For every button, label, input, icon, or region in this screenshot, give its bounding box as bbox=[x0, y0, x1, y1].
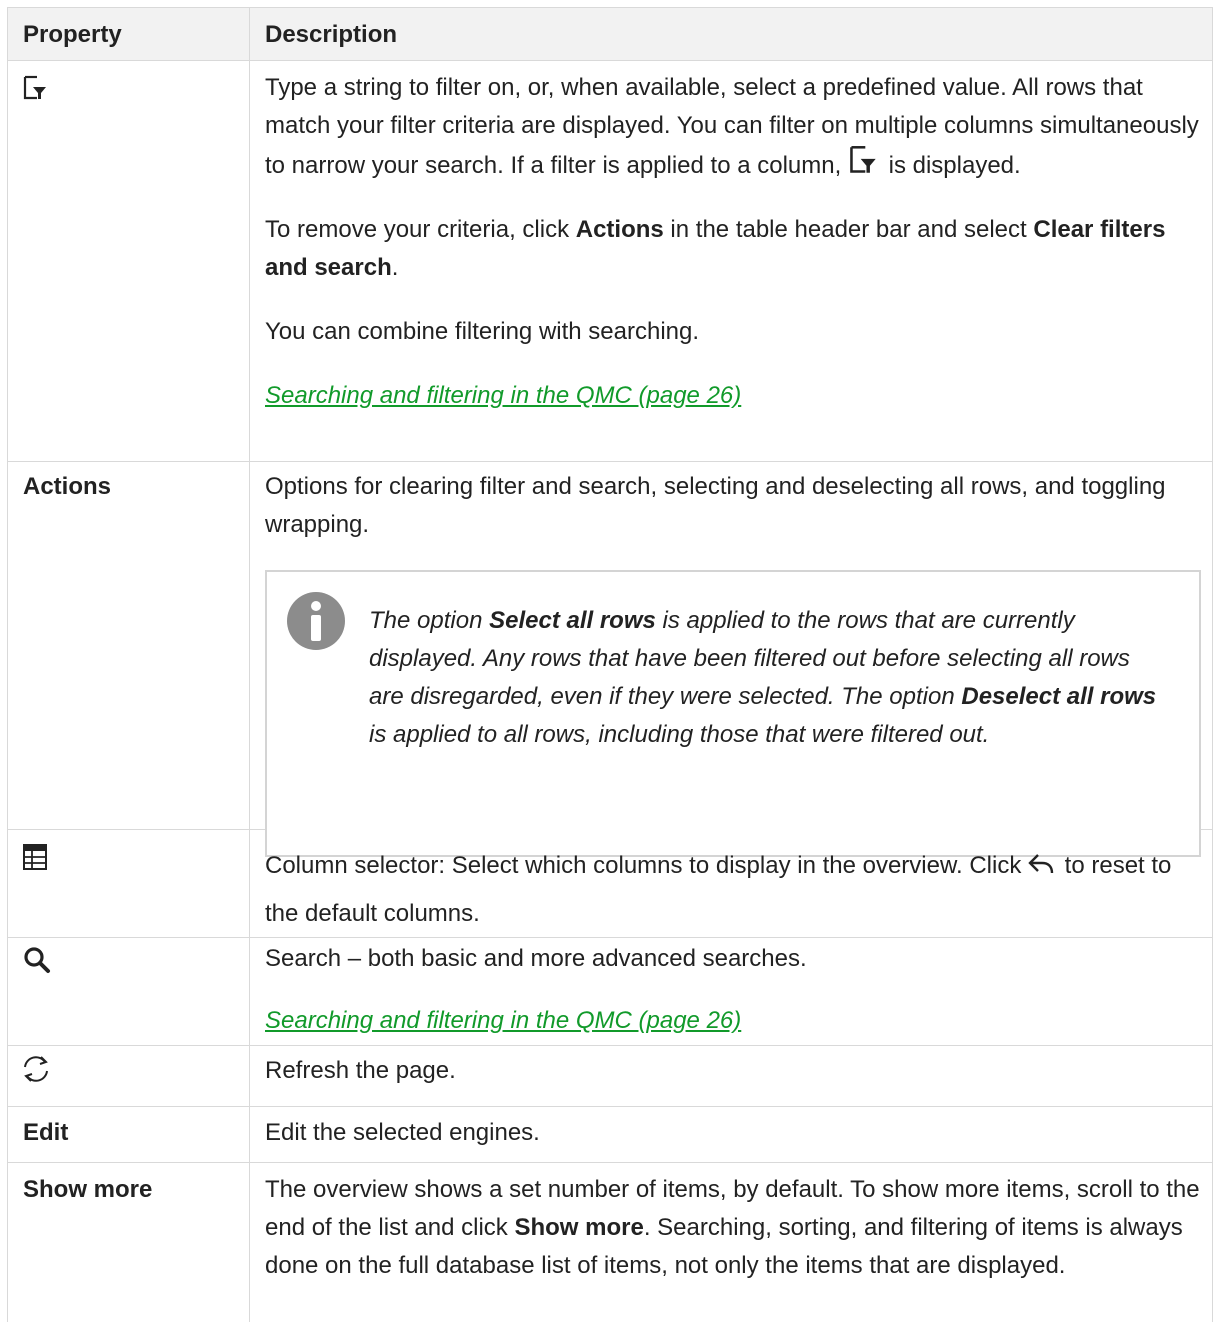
refresh-icon bbox=[24, 1056, 48, 1082]
table-header-row: Property Description bbox=[7, 8, 1213, 60]
table-row: Column selector: Select which columns to… bbox=[7, 830, 1213, 937]
note-text-3: is applied to all rows, including those … bbox=[369, 721, 990, 748]
table-row: Type a string to filter on, or, when ava… bbox=[7, 61, 1213, 461]
table-row: Show more The overview shows a set numbe… bbox=[7, 1163, 1213, 1322]
header-property: Property bbox=[23, 21, 122, 48]
edit-description: Edit the selected engines. bbox=[265, 1119, 540, 1146]
show-more-description: The overview shows a set number of items… bbox=[265, 1171, 1201, 1285]
column-selector-description: Column selector: Select which columns to… bbox=[265, 842, 1201, 938]
undo-arrow-icon bbox=[1028, 854, 1054, 874]
refresh-description: Refresh the page. bbox=[265, 1057, 456, 1084]
filter-text-2: is displayed. bbox=[881, 152, 1021, 179]
search-description: Search – both basic and more advanced se… bbox=[265, 940, 1201, 1040]
table-row: Actions Options for clearing filter and … bbox=[7, 462, 1213, 857]
filter-text-6: You can combine filtering with searching… bbox=[265, 318, 700, 345]
header-description: Description bbox=[265, 21, 398, 48]
filter-icon bbox=[23, 75, 46, 100]
filter-description: Type a string to filter on, or, when ava… bbox=[265, 69, 1201, 415]
filter-text-3: To remove your criteria, click bbox=[265, 216, 576, 243]
column-selector-text-1: Column selector: Select which columns to… bbox=[265, 852, 1022, 879]
table-row: Edit Edit the selected engines. bbox=[7, 1107, 1213, 1162]
show-more-property: Show more bbox=[23, 1176, 153, 1203]
note-text-1: The option bbox=[369, 607, 490, 634]
note-bold-2: Deselect all rows bbox=[961, 683, 1157, 710]
filter-text-4: in the table header bar and select bbox=[663, 216, 1034, 243]
filter-applied-icon bbox=[850, 146, 876, 173]
search-icon bbox=[24, 947, 50, 973]
note-bold-1: Select all rows bbox=[489, 607, 656, 634]
searching-filtering-link-2[interactable]: Searching and filtering in the QMC (page… bbox=[265, 1007, 741, 1034]
edit-property: Edit bbox=[23, 1119, 69, 1146]
info-note-text: The option Select all rows is applied to… bbox=[369, 602, 1159, 754]
divider bbox=[7, 7, 1213, 8]
actions-description: Options for clearing filter and search, … bbox=[265, 473, 1166, 538]
filter-text-5: . bbox=[391, 254, 399, 281]
search-text: Search – both basic and more advanced se… bbox=[265, 945, 807, 972]
info-note: The option Select all rows is applied to… bbox=[265, 570, 1201, 857]
filter-text-1: Type a string to filter on, or, when ava… bbox=[265, 74, 1199, 179]
table-row: Search – both basic and more advanced se… bbox=[7, 938, 1213, 1045]
column-selector-icon bbox=[23, 844, 47, 870]
table-row: Refresh the page. bbox=[7, 1046, 1213, 1106]
actions-bold-ref: Actions bbox=[575, 216, 664, 243]
searching-filtering-link[interactable]: Searching and filtering in the QMC (page… bbox=[265, 382, 741, 409]
info-icon bbox=[287, 592, 345, 650]
show-more-bold-ref: Show more bbox=[514, 1214, 644, 1241]
actions-property: Actions bbox=[23, 473, 112, 500]
